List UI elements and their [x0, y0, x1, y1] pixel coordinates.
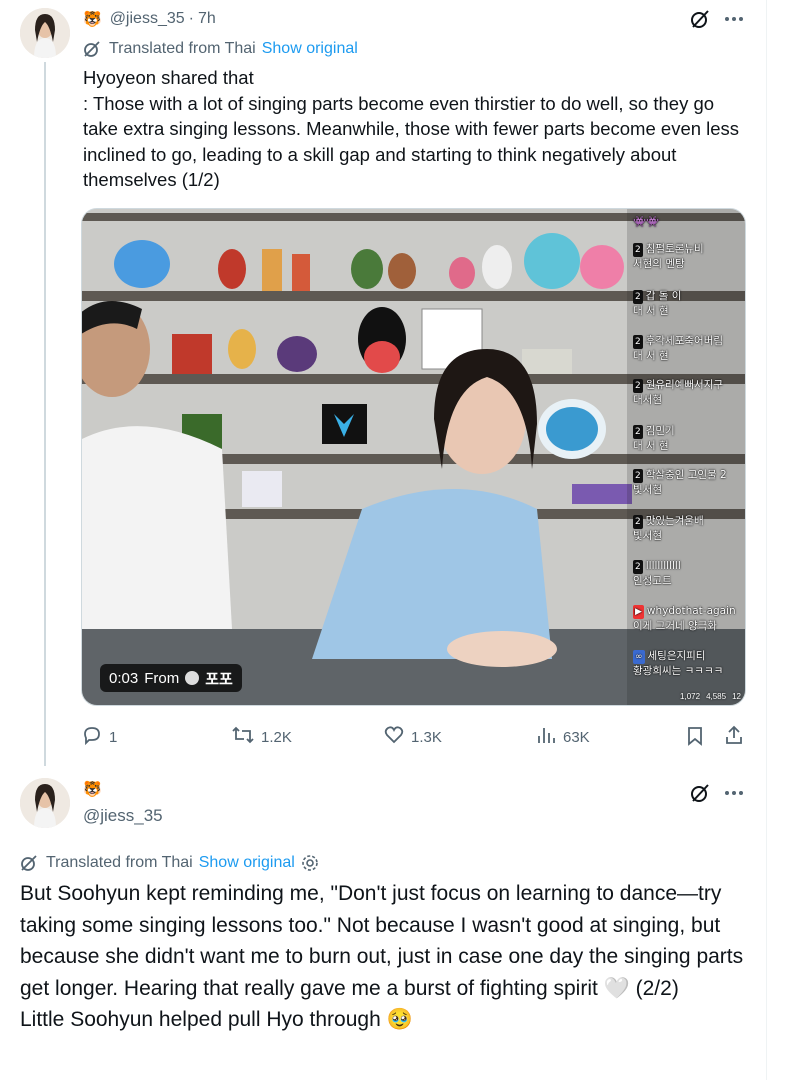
more-icon[interactable] [722, 782, 746, 804]
user-emoji: 🐯 [83, 781, 102, 798]
chat-message: ∞ 세팅은지피티 황광희씨는 ㅋㅋㅋㅋ [633, 650, 724, 677]
translation-row: Translated from Thai Show original [83, 38, 358, 60]
repost-button[interactable]: 1.2K [231, 724, 292, 750]
avatar[interactable] [20, 8, 70, 58]
reply-button[interactable]: 1 [81, 724, 117, 750]
chat-message: 2 김민기 대 서 현 [633, 425, 675, 452]
views-count: 63K [563, 728, 590, 746]
stat-likes: 4,585 [706, 692, 727, 701]
separator-dot: · [188, 10, 194, 27]
video-player[interactable]: 👾👾 2 침펄토론뉴비 서현의 멘탕 2갑 돌 이대 서 현 2 후각세포죽어버림 대 … [81, 208, 746, 706]
like-count: 1.3K [411, 728, 442, 746]
views-button[interactable]: 63K [535, 724, 590, 750]
translated-label: Translated from Thai [109, 40, 256, 57]
stat-viewers: 1,072 [680, 692, 701, 701]
chat-message: ▶ whydothat-again 이게 그거네 양극화 [633, 605, 736, 632]
show-original-link[interactable]: Show original [199, 854, 295, 872]
more-icon[interactable] [722, 8, 746, 30]
grok-icon[interactable] [687, 6, 713, 32]
views-icon [535, 724, 557, 750]
bookmark-icon[interactable] [683, 724, 707, 748]
source-avatar [185, 671, 200, 685]
chat-message: 2 llllllllllll 인성고트 [633, 560, 681, 587]
share-icon[interactable] [722, 723, 746, 747]
user-handle[interactable]: @jiess_35 [83, 806, 163, 826]
repost-icon [231, 724, 255, 750]
reply-count: 1 [109, 728, 118, 746]
chat-message: 2 후각세포죽어버림 대 서 현 [633, 335, 724, 362]
like-button[interactable]: 1.3K [383, 724, 442, 750]
user-emoji: 🐯 [83, 11, 102, 28]
stream-stats: 1,072 4,585 12 [680, 692, 741, 701]
tweet-header: 🐯 @jiess_35 · 7h [83, 7, 216, 31]
gear-icon[interactable] [301, 854, 319, 872]
chat-message: 2 침펄토론뉴비 서현의 멘탕 [633, 243, 704, 270]
live-chat-overlay: 👾👾 2 침펄토론뉴비 서현의 멘탕 2갑 돌 이대 서 현 2 후각세포죽어버림 대 … [627, 209, 745, 705]
user-handle[interactable]: @jiess_35 [110, 10, 185, 28]
post-time[interactable]: 7h [198, 10, 216, 28]
from-label: From [144, 669, 180, 687]
chat-message: 2 맛있는겨울배 빛서현 [633, 515, 704, 542]
like-icon [383, 724, 405, 750]
thread-connector [44, 62, 46, 766]
avatar[interactable] [20, 778, 70, 828]
show-original-link[interactable]: Show original [262, 40, 358, 58]
translation-row: Translated from Thai Show original [20, 852, 319, 874]
video-timestamp: 0:03 [109, 669, 139, 687]
translated-label: Translated from Thai [46, 854, 193, 871]
source-name: 포포 [205, 670, 233, 688]
stat-other: 12 [732, 692, 741, 701]
reply-icon [81, 724, 103, 750]
tweet-text: But Soohyun kept reminding me, "Don't ju… [20, 882, 744, 1031]
repost-count: 1.2K [261, 728, 292, 746]
chat-message: 2 학살중인 고인물 2 빛서현 [633, 469, 727, 496]
tweet-text: Hyoyeon shared that : Those with a lot o… [83, 67, 740, 190]
grok-icon[interactable] [687, 780, 713, 806]
chat-message: 2갑 돌 이대 서 현 [633, 290, 682, 317]
translate-icon [20, 854, 38, 872]
chat-top-icons: 👾👾 [633, 216, 660, 228]
video-timestamp-pill[interactable]: 0:03 From 포포 [100, 664, 242, 692]
timeline-border [766, 0, 767, 1080]
translate-icon [83, 40, 101, 58]
chat-message: 2 원유리예뻐서지구 대서현 [633, 379, 724, 406]
